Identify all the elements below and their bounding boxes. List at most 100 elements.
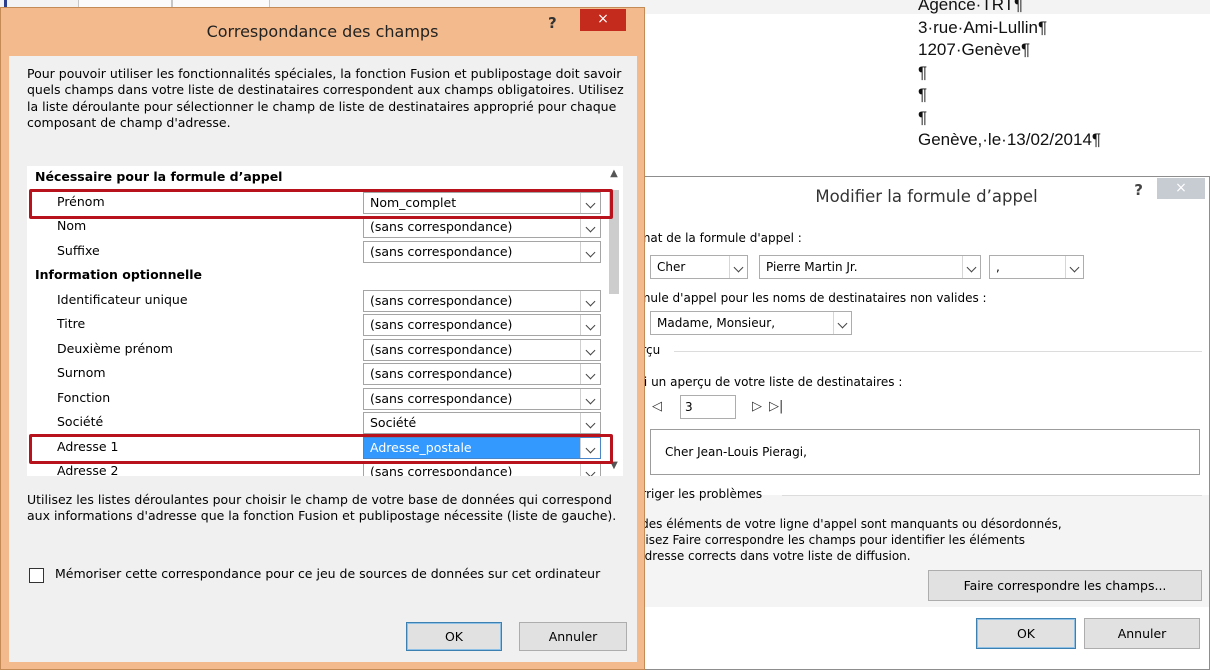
punctuation-select[interactable]: , <box>989 255 1084 279</box>
field-name: Fonction <box>57 389 111 405</box>
instructions-text: Utilisez les listes déroulantes pour cho… <box>27 492 617 524</box>
dialog-title: Modifier la formule d’appel <box>815 187 1038 206</box>
field-name: Nom <box>57 218 87 233</box>
section-label: Information optionnelle <box>35 267 203 282</box>
section-heading: Information optionnelle <box>27 264 605 289</box>
name-format-select[interactable]: Pierre Martin Jr. <box>759 255 981 279</box>
fix-problems-panel: orriger les problèmes i des éléments de … <box>634 487 1209 607</box>
document-line: 3·rue·Ami-Lullin¶ <box>918 17 1048 37</box>
preview-box: Cher Jean-Louis Pieragi, <box>650 429 1200 475</box>
greeting-line-dialog: Modifier la formule d’appel ? × rmat de … <box>633 176 1210 670</box>
remember-label: Mémoriser cette correspondance pour ce j… <box>55 566 601 581</box>
name-format-value: Pierre Martin Jr. <box>766 260 858 274</box>
preview-label: ici un aperçu de votre liste de destinat… <box>634 375 903 389</box>
field-row: Identificateur unique (sans correspondan… <box>27 289 605 314</box>
dialog-body: Pour pouvoir utiliser les fonctionnalité… <box>9 56 637 662</box>
field-select[interactable]: (sans correspondance) <box>363 289 601 312</box>
document-line: 1207·Genève¶ <box>918 40 1031 59</box>
field-select[interactable]: (sans correspondance) <box>363 240 601 263</box>
invalid-greeting-select[interactable]: Madame, Monsieur, <box>650 311 852 335</box>
document-line: ¶ <box>918 85 928 104</box>
chevron-down-icon <box>833 312 851 334</box>
help-button[interactable]: ? <box>548 14 557 32</box>
field-value: (sans correspondance) <box>370 317 513 332</box>
ok-button[interactable]: OK <box>976 618 1076 649</box>
field-name: Surnom <box>57 365 106 380</box>
close-button[interactable]: × <box>580 9 626 31</box>
field-row: Surnom (sans correspondance) <box>27 362 605 387</box>
field-value: Société <box>370 415 417 430</box>
field-select[interactable]: (sans correspondance) <box>363 363 601 385</box>
highlight-box-prenom <box>29 189 613 219</box>
field-name: Adresse 2 <box>57 463 119 476</box>
chevron-down-icon <box>1065 256 1083 278</box>
match-fields-dialog: Correspondance des champs ? × Pour pouvo… <box>0 7 645 670</box>
document-line: ¶ <box>918 62 928 82</box>
field-row: Titre (sans correspondance) <box>27 313 605 338</box>
salutation-select[interactable]: Cher <box>650 255 748 279</box>
field-select[interactable]: (sans correspondance) <box>363 216 601 238</box>
field-name: Deuxième prénom <box>57 340 173 356</box>
fix-separator <box>782 495 1202 496</box>
field-row: Société Société <box>27 411 605 436</box>
match-fields-button[interactable]: Faire correspondre les champs... <box>928 570 1202 601</box>
chevron-down-icon <box>580 217 600 237</box>
record-number-input[interactable]: 3 <box>680 395 736 419</box>
field-value: (sans correspondance) <box>370 219 513 234</box>
section-label: Nécessaire pour la formule d’appel <box>35 169 283 184</box>
fix-text-line: tilisez Faire correspondre les champs po… <box>634 533 1026 547</box>
field-name: Suffixe <box>57 242 100 258</box>
field-select[interactable]: (sans correspondance) <box>363 338 601 361</box>
document-line: Agence·TRT¶ <box>918 0 1024 14</box>
punctuation-value: , <box>996 260 1000 274</box>
preview-separator <box>674 351 1202 352</box>
field-value: (sans correspondance) <box>370 464 513 476</box>
chevron-down-icon <box>729 256 747 278</box>
field-row: Fonction (sans correspondance) <box>27 387 605 412</box>
salutation-value: Cher <box>657 260 686 274</box>
chevron-down-icon <box>580 413 600 433</box>
field-select[interactable]: (sans correspondance) <box>363 387 601 410</box>
field-select[interactable]: Société <box>363 412 601 434</box>
field-value: (sans correspondance) <box>370 292 513 308</box>
ok-button[interactable]: OK <box>406 622 502 651</box>
field-name: Identificateur unique <box>57 291 188 307</box>
fix-problems-heading: orriger les problèmes <box>634 487 763 501</box>
chevron-down-icon <box>580 241 600 262</box>
document-line: ¶ <box>918 107 928 127</box>
chevron-down-icon <box>962 256 980 278</box>
chevron-down-icon <box>580 315 600 335</box>
invalid-greeting-value: Madame, Monsieur, <box>657 316 776 330</box>
greeting-format-label: rmat de la formule d'appel : <box>634 231 802 245</box>
field-row: Deuxième prénom (sans correspondance) <box>27 338 605 363</box>
scroll-up-icon[interactable]: ▲ <box>605 168 623 179</box>
preview-text: Cher Jean-Louis Pieragi, <box>665 445 807 459</box>
highlight-box-adresse <box>29 434 613 464</box>
field-value: (sans correspondance) <box>370 243 513 259</box>
field-value: (sans correspondance) <box>370 341 513 357</box>
chevron-down-icon <box>580 462 600 476</box>
previous-record-icon[interactable]: ◁ <box>652 399 662 414</box>
field-value: (sans correspondance) <box>370 366 513 381</box>
next-record-icon[interactable]: ▷ <box>752 399 762 414</box>
cancel-button[interactable]: Annuler <box>519 622 627 651</box>
last-record-icon[interactable]: ▷| <box>769 399 783 414</box>
fix-text-line: 'adresse corrects dans votre liste de di… <box>634 549 911 563</box>
section-heading: Nécessaire pour la formule d’appel <box>27 166 605 191</box>
field-name: Société <box>57 414 104 429</box>
field-name: Titre <box>57 316 86 331</box>
help-button[interactable]: ? <box>1134 181 1143 199</box>
chevron-down-icon <box>580 388 600 409</box>
remember-checkbox[interactable] <box>29 568 44 583</box>
chevron-down-icon <box>580 364 600 384</box>
close-button[interactable]: × <box>1157 178 1205 199</box>
fix-text-line: i des éléments de votre ligne d'appel so… <box>634 517 1062 531</box>
invalid-recipients-label: rmule d'appel pour les noms de destinata… <box>634 291 987 305</box>
cancel-button[interactable]: Annuler <box>1084 618 1200 649</box>
field-select[interactable]: (sans correspondance) <box>363 314 601 336</box>
field-row: Suffixe (sans correspondance) <box>27 240 605 265</box>
chevron-down-icon <box>580 339 600 360</box>
document-line: Genève,·le·13/02/2014¶ <box>918 130 1102 149</box>
chevron-down-icon <box>580 290 600 311</box>
document-address-block: Agence·TRT¶ 3·rue·Ami-Lullin¶ 1207·Genèv… <box>918 0 1101 152</box>
